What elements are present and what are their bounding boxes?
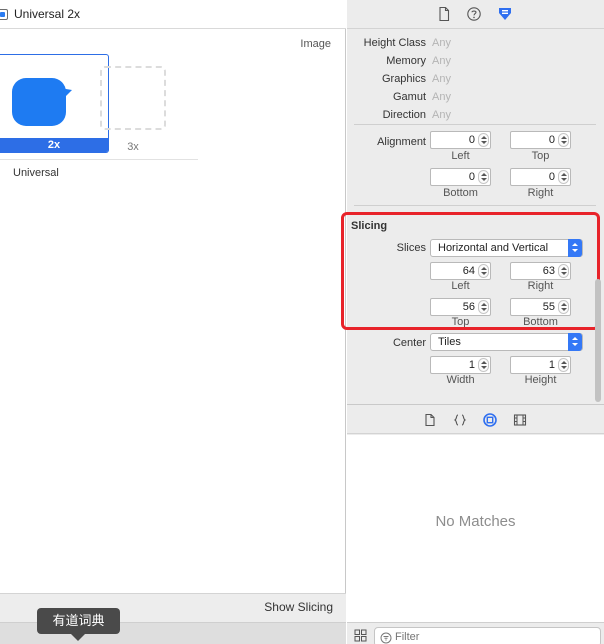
- center-height-value: 1: [548, 359, 555, 371]
- device-group-label: Universal: [13, 167, 59, 179]
- tooltip-tail: [71, 634, 85, 641]
- alignment-top-stepper[interactable]: [558, 133, 569, 147]
- direction-label: Direction: [382, 109, 426, 121]
- alignment-right-value: 0: [548, 171, 555, 183]
- inspector-scrollbar[interactable]: [595, 279, 601, 402]
- tooltip: 有道词典: [37, 608, 120, 634]
- show-slicing-button[interactable]: Show Slicing: [264, 600, 333, 614]
- slicing-highlight-box: [341, 212, 600, 330]
- alignment-right-stepper[interactable]: [558, 170, 569, 184]
- media-icon[interactable]: [513, 413, 527, 427]
- slot-2x[interactable]: 2x: [0, 54, 109, 153]
- inspector-panel: Height Class Any Memory Any Graphics Any…: [341, 0, 604, 644]
- attributes-icon[interactable]: [497, 6, 513, 22]
- asset-editor: Universal 2x Image 2x 3x Universal Show …: [0, 0, 346, 644]
- graphics-label: Graphics: [381, 73, 426, 85]
- section-divider: [354, 205, 596, 206]
- slot-3x-empty-well[interactable]: [100, 66, 166, 130]
- help-icon[interactable]: [466, 6, 482, 22]
- alignment-right-field[interactable]: 0: [510, 168, 571, 186]
- direction-value[interactable]: Any: [432, 109, 451, 121]
- center-width-stepper[interactable]: [478, 358, 489, 372]
- center-width-caption: Width: [446, 374, 475, 386]
- center-width-field[interactable]: 1: [430, 356, 491, 374]
- popup-arrows-icon: [568, 333, 582, 351]
- editor-header-title: Universal 2x: [14, 7, 81, 21]
- filter-icon: [380, 632, 392, 644]
- grid-view-icon[interactable]: [354, 629, 367, 642]
- center-width-value: 1: [468, 359, 475, 371]
- center-label: Center: [392, 337, 426, 349]
- alignment-left-value: 0: [468, 134, 475, 146]
- alignment-label: Alignment: [377, 136, 426, 148]
- center-popup[interactable]: Tiles: [430, 333, 583, 351]
- alignment-left-stepper[interactable]: [478, 133, 489, 147]
- slots-divider: [0, 159, 198, 160]
- alignment-bottom-value: 0: [468, 171, 475, 183]
- height-class-value[interactable]: Any: [432, 37, 451, 49]
- image-set-icon: [0, 9, 8, 20]
- alignment-top-caption: Top: [531, 150, 550, 162]
- memory-value[interactable]: Any: [432, 55, 451, 67]
- alignment-right-caption: Right: [527, 187, 554, 199]
- alignment-bottom-caption: Bottom: [443, 187, 478, 199]
- library-filter-input[interactable]: [374, 627, 601, 644]
- gamut-label: Gamut: [392, 91, 426, 103]
- inspector-tab-bar: [347, 0, 604, 29]
- center-height-field[interactable]: 1: [510, 356, 571, 374]
- height-class-label: Height Class: [363, 37, 426, 49]
- library-tab-bar: [347, 404, 604, 434]
- object-icon[interactable]: [483, 413, 497, 427]
- section-divider: [354, 124, 596, 125]
- library-filter-bar: [347, 622, 604, 644]
- file-icon[interactable]: [436, 6, 452, 22]
- alignment-top-value: 0: [548, 134, 555, 146]
- alignment-top-field[interactable]: 0: [510, 131, 571, 149]
- slot-3x-label: 3x: [127, 141, 139, 153]
- image-section-label: Image: [300, 38, 331, 50]
- center-popup-value: Tiles: [438, 336, 461, 348]
- alignment-bottom-field[interactable]: 0: [430, 168, 491, 186]
- no-matches-text: No Matches: [435, 513, 516, 530]
- file-template-icon[interactable]: [423, 413, 437, 427]
- alignment-left-field[interactable]: 0: [430, 131, 491, 149]
- slot-2x-label: 2x: [0, 138, 108, 152]
- code-snippet-icon[interactable]: [453, 413, 467, 427]
- graphics-value[interactable]: Any: [432, 73, 451, 85]
- alignment-left-caption: Left: [451, 150, 470, 162]
- gamut-value[interactable]: Any: [432, 91, 451, 103]
- center-height-stepper[interactable]: [558, 358, 569, 372]
- memory-label: Memory: [386, 55, 426, 67]
- alignment-bottom-stepper[interactable]: [478, 170, 489, 184]
- center-height-caption: Height: [524, 374, 557, 386]
- speech-bubble-image: [12, 78, 72, 126]
- library-content: No Matches: [347, 435, 604, 622]
- editor-header: Universal 2x: [0, 0, 346, 29]
